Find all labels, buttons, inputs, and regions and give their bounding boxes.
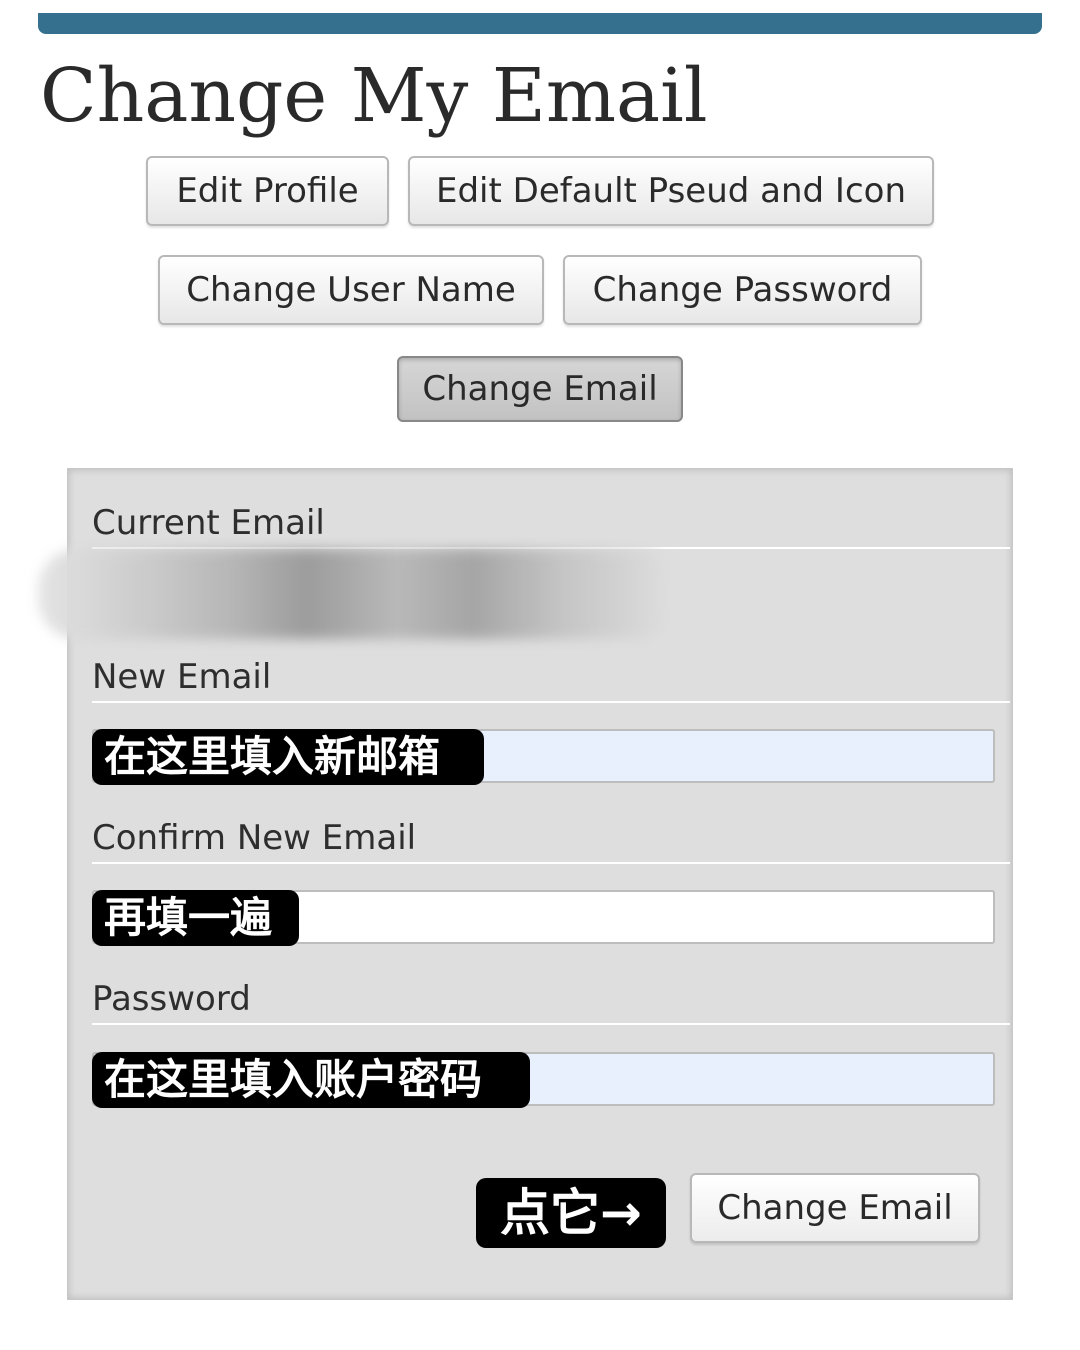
page-title: Change My Email: [40, 53, 708, 139]
change-email-submit-button[interactable]: Change Email: [690, 1173, 980, 1243]
current-email-label: Current Email: [92, 503, 1010, 549]
top-accent-bar: [38, 13, 1042, 34]
confirm-new-email-label: Confirm New Email: [92, 818, 1010, 864]
submit-hint-annotation: 点它→: [476, 1178, 666, 1248]
new-email-hint-annotation: 在这里填入新邮箱: [92, 729, 484, 785]
password-hint-annotation: 在这里填入账户密码: [92, 1052, 530, 1108]
change-password-button[interactable]: Change Password: [563, 255, 922, 325]
edit-profile-button[interactable]: Edit Profile: [146, 156, 389, 226]
current-email-redacted-value: [38, 549, 678, 639]
change-email-form: Current Email New Email 在这里填入新邮箱 Confirm…: [38, 468, 1013, 1300]
password-label: Password: [92, 979, 1010, 1025]
new-email-label: New Email: [92, 657, 1010, 703]
change-user-name-button[interactable]: Change User Name: [158, 255, 544, 325]
change-email-nav-button[interactable]: Change Email: [397, 356, 683, 422]
confirm-email-hint-annotation: 再填一遍: [92, 890, 299, 946]
edit-default-pseud-icon-button[interactable]: Edit Default Pseud and Icon: [408, 156, 934, 226]
